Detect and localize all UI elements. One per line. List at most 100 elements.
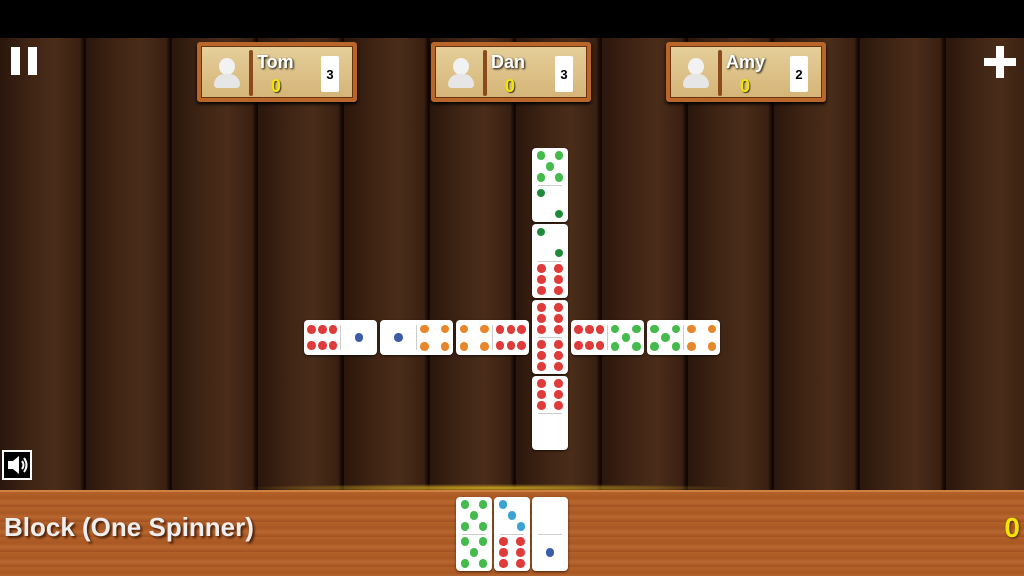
- pip: [537, 362, 546, 371]
- hand-domino[interactable]: [456, 497, 492, 571]
- divider: [249, 50, 253, 96]
- pip: [554, 379, 563, 388]
- pip: [460, 522, 470, 531]
- player-score: 0: [505, 76, 516, 96]
- pip: [517, 341, 526, 350]
- pip: [554, 151, 564, 160]
- player-panel-amy: Amy 0 2: [666, 42, 826, 102]
- domino-tile: [532, 376, 568, 450]
- pip: [354, 333, 363, 342]
- pip: [516, 537, 525, 546]
- pip: [469, 548, 479, 557]
- pip: [537, 286, 546, 295]
- tile-divider: [538, 336, 562, 338]
- pip: [516, 548, 525, 557]
- hand-domino[interactable]: [494, 497, 530, 571]
- pip: [499, 548, 508, 557]
- pip: [536, 173, 546, 182]
- pip: [595, 325, 605, 334]
- pip: [420, 324, 429, 333]
- domino-tile: [647, 320, 720, 355]
- pip: [554, 390, 563, 399]
- tiles-left-badge: 3: [321, 56, 339, 92]
- pip: [554, 325, 563, 334]
- pip: [498, 500, 508, 509]
- tile-divider: [538, 412, 562, 414]
- pip: [516, 559, 525, 568]
- divider: [718, 50, 722, 96]
- pip: [536, 188, 546, 198]
- tile-divider: [492, 325, 493, 350]
- top-bar: [0, 0, 1024, 38]
- tile-divider: [538, 533, 562, 535]
- pip: [671, 342, 681, 351]
- pip: [440, 342, 450, 351]
- pip: [687, 324, 696, 333]
- pip: [537, 303, 546, 312]
- domino-tile: [456, 320, 529, 355]
- domino-tile: [532, 224, 568, 298]
- avatar: [676, 52, 716, 92]
- tile-divider: [340, 325, 341, 350]
- game-mode-label: Block (One Spinner): [4, 512, 254, 542]
- domino-spinner: [532, 300, 568, 374]
- pip: [610, 324, 620, 333]
- pip: [420, 342, 429, 351]
- pip: [495, 341, 505, 350]
- pip: [499, 559, 508, 568]
- sound-toggle-button[interactable]: [2, 450, 32, 480]
- pip: [687, 342, 696, 351]
- tile-divider: [462, 533, 486, 535]
- tile-divider: [416, 325, 417, 350]
- pip: [537, 314, 546, 323]
- pip: [650, 324, 659, 333]
- pip: [506, 325, 515, 334]
- speaker-icon: [8, 456, 28, 474]
- pip: [394, 333, 403, 342]
- pip: [537, 264, 546, 273]
- pip: [517, 325, 526, 334]
- pip: [610, 342, 620, 351]
- pip: [554, 351, 563, 360]
- pip: [307, 341, 316, 350]
- tile-divider: [538, 184, 562, 186]
- plus-icon[interactable]: [984, 46, 1016, 78]
- pip: [537, 390, 546, 399]
- pip: [478, 559, 488, 568]
- pip: [318, 341, 327, 350]
- pip: [536, 151, 546, 160]
- hand-domino[interactable]: [532, 497, 568, 571]
- pip: [469, 511, 479, 520]
- pip: [574, 325, 583, 334]
- tiles-left-badge: 3: [555, 56, 573, 92]
- pip: [459, 324, 469, 333]
- pip: [537, 351, 546, 360]
- pip: [574, 341, 583, 350]
- my-score: 0: [1004, 512, 1020, 543]
- tile-divider: [683, 325, 684, 350]
- pip: [585, 341, 594, 350]
- pip: [307, 325, 316, 334]
- pip: [554, 303, 563, 312]
- pip: [507, 511, 517, 520]
- pip: [595, 341, 605, 350]
- pip: [554, 401, 563, 410]
- pip: [506, 341, 515, 350]
- pip: [554, 340, 563, 349]
- pip: [707, 324, 717, 333]
- pip: [661, 333, 670, 342]
- pause-button[interactable]: [11, 47, 37, 75]
- pip: [480, 324, 489, 333]
- pip: [495, 325, 505, 334]
- player-panel-tom: Tom 0 3: [197, 42, 357, 102]
- domino-tile: [304, 320, 377, 355]
- domino-tile: [532, 148, 568, 222]
- pip: [328, 341, 338, 350]
- pip: [318, 325, 327, 334]
- pip: [545, 548, 555, 557]
- pip: [554, 314, 563, 323]
- pip: [460, 500, 470, 509]
- pip: [554, 286, 563, 295]
- pip: [536, 227, 546, 237]
- pip: [478, 522, 488, 531]
